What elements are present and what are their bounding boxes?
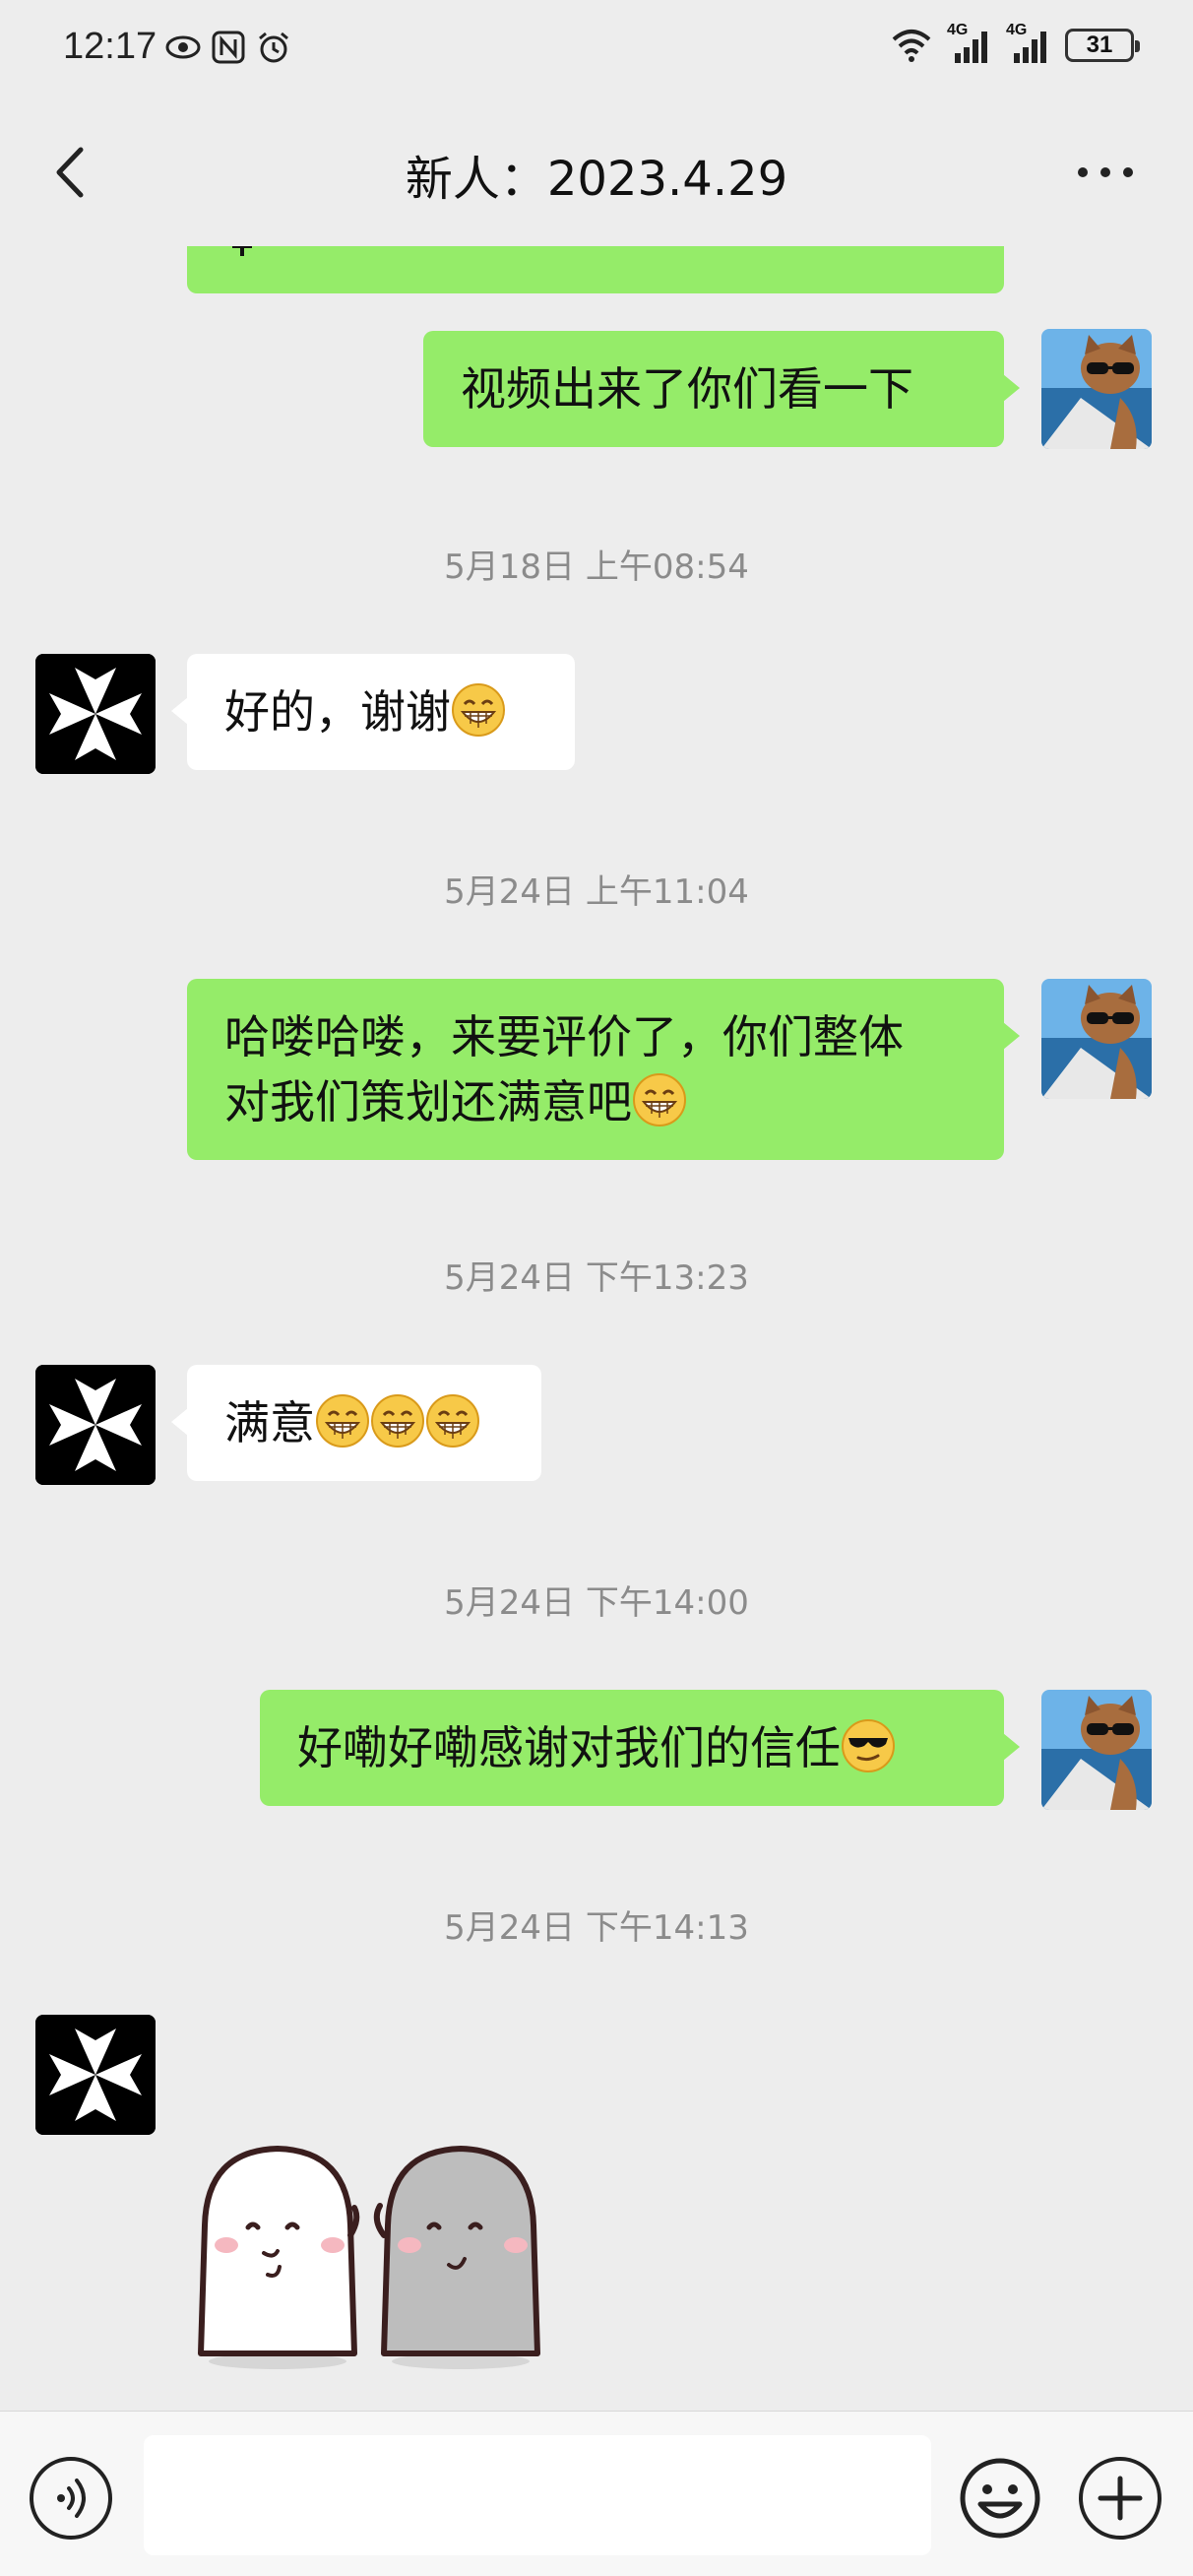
contact-avatar[interactable]: [35, 654, 156, 774]
maltese-cross-avatar-image: [35, 654, 156, 774]
contact-avatar[interactable]: [35, 1365, 156, 1485]
message-bubble-partial[interactable]: [187, 246, 1004, 293]
more-button[interactable]: [1071, 148, 1140, 197]
status-time: 12:17: [63, 26, 157, 67]
maltese-cross-avatar-image: [35, 1365, 156, 1485]
message-bubble-sent[interactable]: 好嘞好嘞感谢对我们的信任: [260, 1690, 1020, 1806]
message-text: 满意: [224, 1396, 315, 1449]
timestamp: 5月24日 下午14:13: [444, 1908, 749, 1948]
message-input[interactable]: [144, 2435, 931, 2555]
chat-title: 新人：2023.4.29: [405, 152, 788, 207]
cat-avatar-image: [1041, 329, 1152, 449]
maltese-cross-avatar-image: [35, 2015, 156, 2135]
plus-icon: [1098, 2476, 1143, 2521]
message-text: 好嘞好嘞感谢对我们的信任: [297, 1721, 841, 1774]
timestamp: 5月24日 下午14:00: [444, 1583, 749, 1623]
sticker-message[interactable]: [187, 2137, 551, 2373]
status-bar: 12:17 4G 4G 31: [0, 0, 1193, 98]
grin-emoji: [371, 1394, 424, 1448]
cat-avatar-image: [1041, 1690, 1152, 1810]
grin-emoji: [426, 1394, 479, 1448]
sunglasses-emoji: [842, 1719, 895, 1772]
chat-header: 新人：2023.4.29: [0, 98, 1193, 246]
timestamp: 5月24日 下午13:23: [444, 1258, 749, 1298]
signal-bars-icon: [1014, 32, 1046, 63]
my-avatar[interactable]: [1041, 329, 1152, 449]
message-text-line-2: 对我们策划还满意吧: [224, 1069, 967, 1134]
more-dots-icon: [1078, 167, 1133, 177]
eye-icon: [165, 30, 201, 65]
input-bar: [0, 2411, 1193, 2576]
nfc-icon: [211, 30, 246, 65]
signal-bars-icon: [955, 32, 987, 63]
message-bubble-received[interactable]: 好的，谢谢: [171, 654, 575, 770]
emoji-button[interactable]: [959, 2457, 1041, 2540]
more-functions-button[interactable]: [1079, 2457, 1162, 2540]
contact-avatar[interactable]: [35, 2015, 156, 2135]
emoji-icon: [960, 2458, 1040, 2539]
wifi-icon: [892, 30, 931, 62]
message-text: 对我们策划还满意吧: [224, 1075, 632, 1128]
message-text: 视频出来了你们看一下: [461, 362, 913, 416]
battery-indicator: 31: [1065, 29, 1140, 62]
cat-avatar-image: [1041, 979, 1152, 1099]
alarm-icon: [256, 30, 291, 65]
voice-button[interactable]: [30, 2457, 112, 2540]
message-bubble-sent[interactable]: 视频出来了你们看一下: [423, 331, 1020, 447]
timestamp: 5月18日 上午08:54: [444, 547, 749, 587]
my-avatar[interactable]: [1041, 1690, 1152, 1810]
grin-emoji: [452, 683, 505, 737]
status-icons: [165, 30, 291, 65]
message-bubble-received[interactable]: 满意: [171, 1365, 541, 1481]
message-bubble-sent[interactable]: 哈喽哈喽，来要评价了，你们整体 对我们策划还满意吧: [187, 979, 1020, 1160]
my-avatar[interactable]: [1041, 979, 1152, 1099]
timestamp: 5月24日 上午11:04: [444, 872, 749, 912]
message-text: 好的，谢谢: [224, 685, 451, 739]
grin-emoji: [633, 1073, 686, 1127]
signal-1: 4G: [947, 22, 992, 65]
status-right: 4G 4G 31: [890, 22, 1140, 65]
grin-emoji: [316, 1394, 369, 1448]
message-text-line-1: 哈喽哈喽，来要评价了，你们整体: [224, 1010, 904, 1063]
partial-text-fragment: [222, 246, 262, 266]
voice-icon: [57, 2479, 86, 2518]
two-ghost-sticker: [198, 2146, 540, 2369]
signal-2: 4G: [1006, 22, 1051, 65]
